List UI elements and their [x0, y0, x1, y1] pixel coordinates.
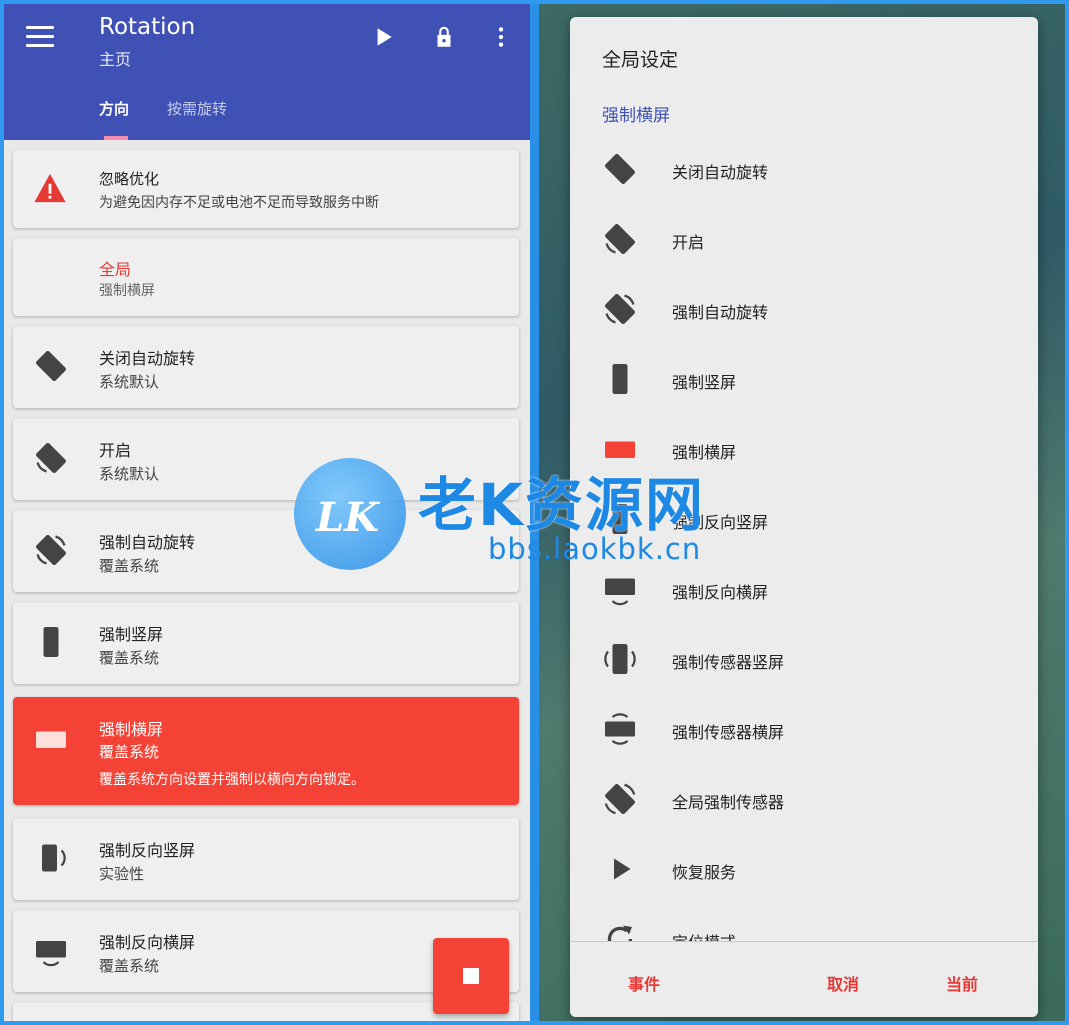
- card-subtitle: 实验性: [99, 865, 145, 883]
- option-force-auto-rotate[interactable]: 强制自动旋转: [570, 279, 1038, 339]
- current-button[interactable]: 当前: [946, 971, 978, 995]
- card-title: 强制竖屏: [99, 625, 164, 644]
- card-subtitle: 覆盖系统: [99, 649, 160, 667]
- option-resume-service[interactable]: 恢复服务: [570, 839, 1038, 899]
- option-force-portrait[interactable]: 强制竖屏: [570, 349, 1038, 409]
- card-subtitle: 系统默认: [99, 373, 160, 391]
- option-sensor-landscape[interactable]: 强制传感器横屏: [570, 699, 1038, 759]
- rotation-on-icon: [36, 443, 66, 473]
- option-label: 全局强制传感器: [672, 793, 785, 812]
- reverse-portrait-icon: [42, 844, 66, 872]
- sensor-portrait-icon: [604, 644, 636, 674]
- full-sensor-icon: [604, 783, 636, 815]
- card-global[interactable]: 全局 强制横屏: [13, 238, 519, 316]
- card-title: 强制反向竖屏: [99, 841, 196, 860]
- card-title: 关闭自动旋转: [99, 349, 196, 368]
- option-sensor-portrait[interactable]: 强制传感器竖屏: [570, 629, 1038, 689]
- landscape-icon: [36, 731, 66, 748]
- tab-direction[interactable]: 方向: [99, 98, 129, 119]
- option-rotation-off[interactable]: 关闭自动旋转: [570, 139, 1038, 199]
- rotation-off-icon: [36, 351, 66, 381]
- reverse-landscape-icon: [605, 578, 635, 606]
- cancel-button[interactable]: 取消: [827, 971, 859, 995]
- option-reverse-landscape[interactable]: 强制反向横屏: [570, 559, 1038, 619]
- menu-icon[interactable]: [26, 26, 54, 48]
- option-reverse-portrait[interactable]: 强制反向竖屏: [570, 489, 1038, 549]
- reverse-portrait-icon: [612, 504, 628, 534]
- play-icon: [614, 858, 631, 880]
- force-auto-rotate-icon: [36, 535, 66, 565]
- card-subtitle: 强制横屏: [99, 283, 155, 299]
- option-label: 开启: [672, 233, 705, 252]
- main-screen: Rotation 主页 方向 按需旋转 忽略优化 为避免因内存不足或电池不足而导…: [4, 4, 530, 1021]
- option-label: 强制反向横屏: [672, 583, 769, 602]
- dialog-title: 全局设定: [602, 49, 679, 71]
- card-rotation-on[interactable]: 开启 系统默认: [13, 418, 519, 500]
- option-label: 强制反向竖屏: [672, 513, 769, 532]
- events-button[interactable]: 事件: [628, 971, 660, 995]
- option-label: 强制横屏: [672, 443, 737, 462]
- app-bar: Rotation 主页 方向 按需旋转: [4, 4, 530, 140]
- card-detail: 覆盖系统方向设置并强制以横向方向锁定。: [99, 772, 365, 788]
- card-title: 强制反向横屏: [99, 933, 196, 952]
- more-options-icon[interactable]: [488, 24, 514, 50]
- card-subtitle: 系统默认: [99, 465, 160, 483]
- app-title: Rotation: [99, 14, 196, 40]
- warning-icon: [34, 173, 66, 203]
- stop-icon: [463, 968, 479, 984]
- card-title: 强制自动旋转: [99, 533, 196, 552]
- tab-on-demand-rotation[interactable]: 按需旋转: [167, 98, 227, 119]
- rotation-off-icon: [605, 154, 635, 184]
- option-full-sensor[interactable]: 全局强制传感器: [570, 769, 1038, 829]
- card-force-portrait[interactable]: 强制竖屏 覆盖系统: [13, 602, 519, 684]
- option-label: 恢复服务: [672, 863, 737, 882]
- option-label: 强制传感器竖屏: [672, 653, 785, 672]
- option-rotation-on[interactable]: 开启: [570, 209, 1038, 269]
- dialog-screen: 全局设定 强制横屏 关闭自动旋转 开启 强制自动旋转 强制竖屏 强制横屏 强制反…: [539, 4, 1065, 1021]
- card-title: 开启: [99, 441, 132, 460]
- option-label: 强制竖屏: [672, 373, 737, 392]
- card-subtitle: 覆盖系统: [99, 743, 160, 761]
- dialog-divider: [570, 941, 1038, 942]
- tab-indicator: [104, 136, 128, 140]
- card-force-landscape-selected[interactable]: 强制横屏 覆盖系统 覆盖系统方向设置并强制以横向方向锁定。: [13, 697, 519, 805]
- option-label: 关闭自动旋转: [672, 163, 769, 182]
- portrait-icon: [43, 627, 59, 657]
- option-label: 强制传感器横屏: [672, 723, 785, 742]
- app-subtitle: 主页: [99, 50, 132, 69]
- card-rotation-off[interactable]: 关闭自动旋转 系统默认: [13, 326, 519, 408]
- card-force-auto-rotate[interactable]: 强制自动旋转 覆盖系统: [13, 510, 519, 592]
- portrait-icon: [612, 364, 628, 394]
- lock-icon[interactable]: [431, 24, 457, 50]
- option-force-landscape-selected[interactable]: 强制横屏: [570, 419, 1038, 479]
- sensor-landscape-icon: [605, 713, 635, 745]
- reverse-landscape-icon: [36, 941, 66, 967]
- landscape-icon: [605, 441, 635, 458]
- card-title: 强制横屏: [99, 720, 164, 739]
- stop-service-button[interactable]: [433, 938, 509, 1014]
- card-title: 全局: [99, 260, 132, 279]
- card-ignore-optimization[interactable]: 忽略优化 为避免因内存不足或电池不足而导致服务中断: [13, 150, 519, 228]
- global-settings-dialog: 全局设定 强制横屏 关闭自动旋转 开启 强制自动旋转 强制竖屏 强制横屏 强制反…: [570, 17, 1038, 1017]
- card-subtitle: 为避免因内存不足或电池不足而导致服务中断: [99, 195, 379, 211]
- card-subtitle: 覆盖系统: [99, 957, 160, 975]
- card-subtitle: 覆盖系统: [99, 557, 160, 575]
- force-auto-rotate-icon: [605, 294, 635, 324]
- dialog-current-mode: 强制横屏: [602, 106, 670, 126]
- rotation-on-icon: [605, 224, 635, 254]
- card-title: 忽略优化: [99, 170, 160, 188]
- option-label: 强制自动旋转: [672, 303, 769, 322]
- play-icon[interactable]: [370, 24, 396, 50]
- card-reverse-portrait[interactable]: 强制反向竖屏 实验性: [13, 818, 519, 900]
